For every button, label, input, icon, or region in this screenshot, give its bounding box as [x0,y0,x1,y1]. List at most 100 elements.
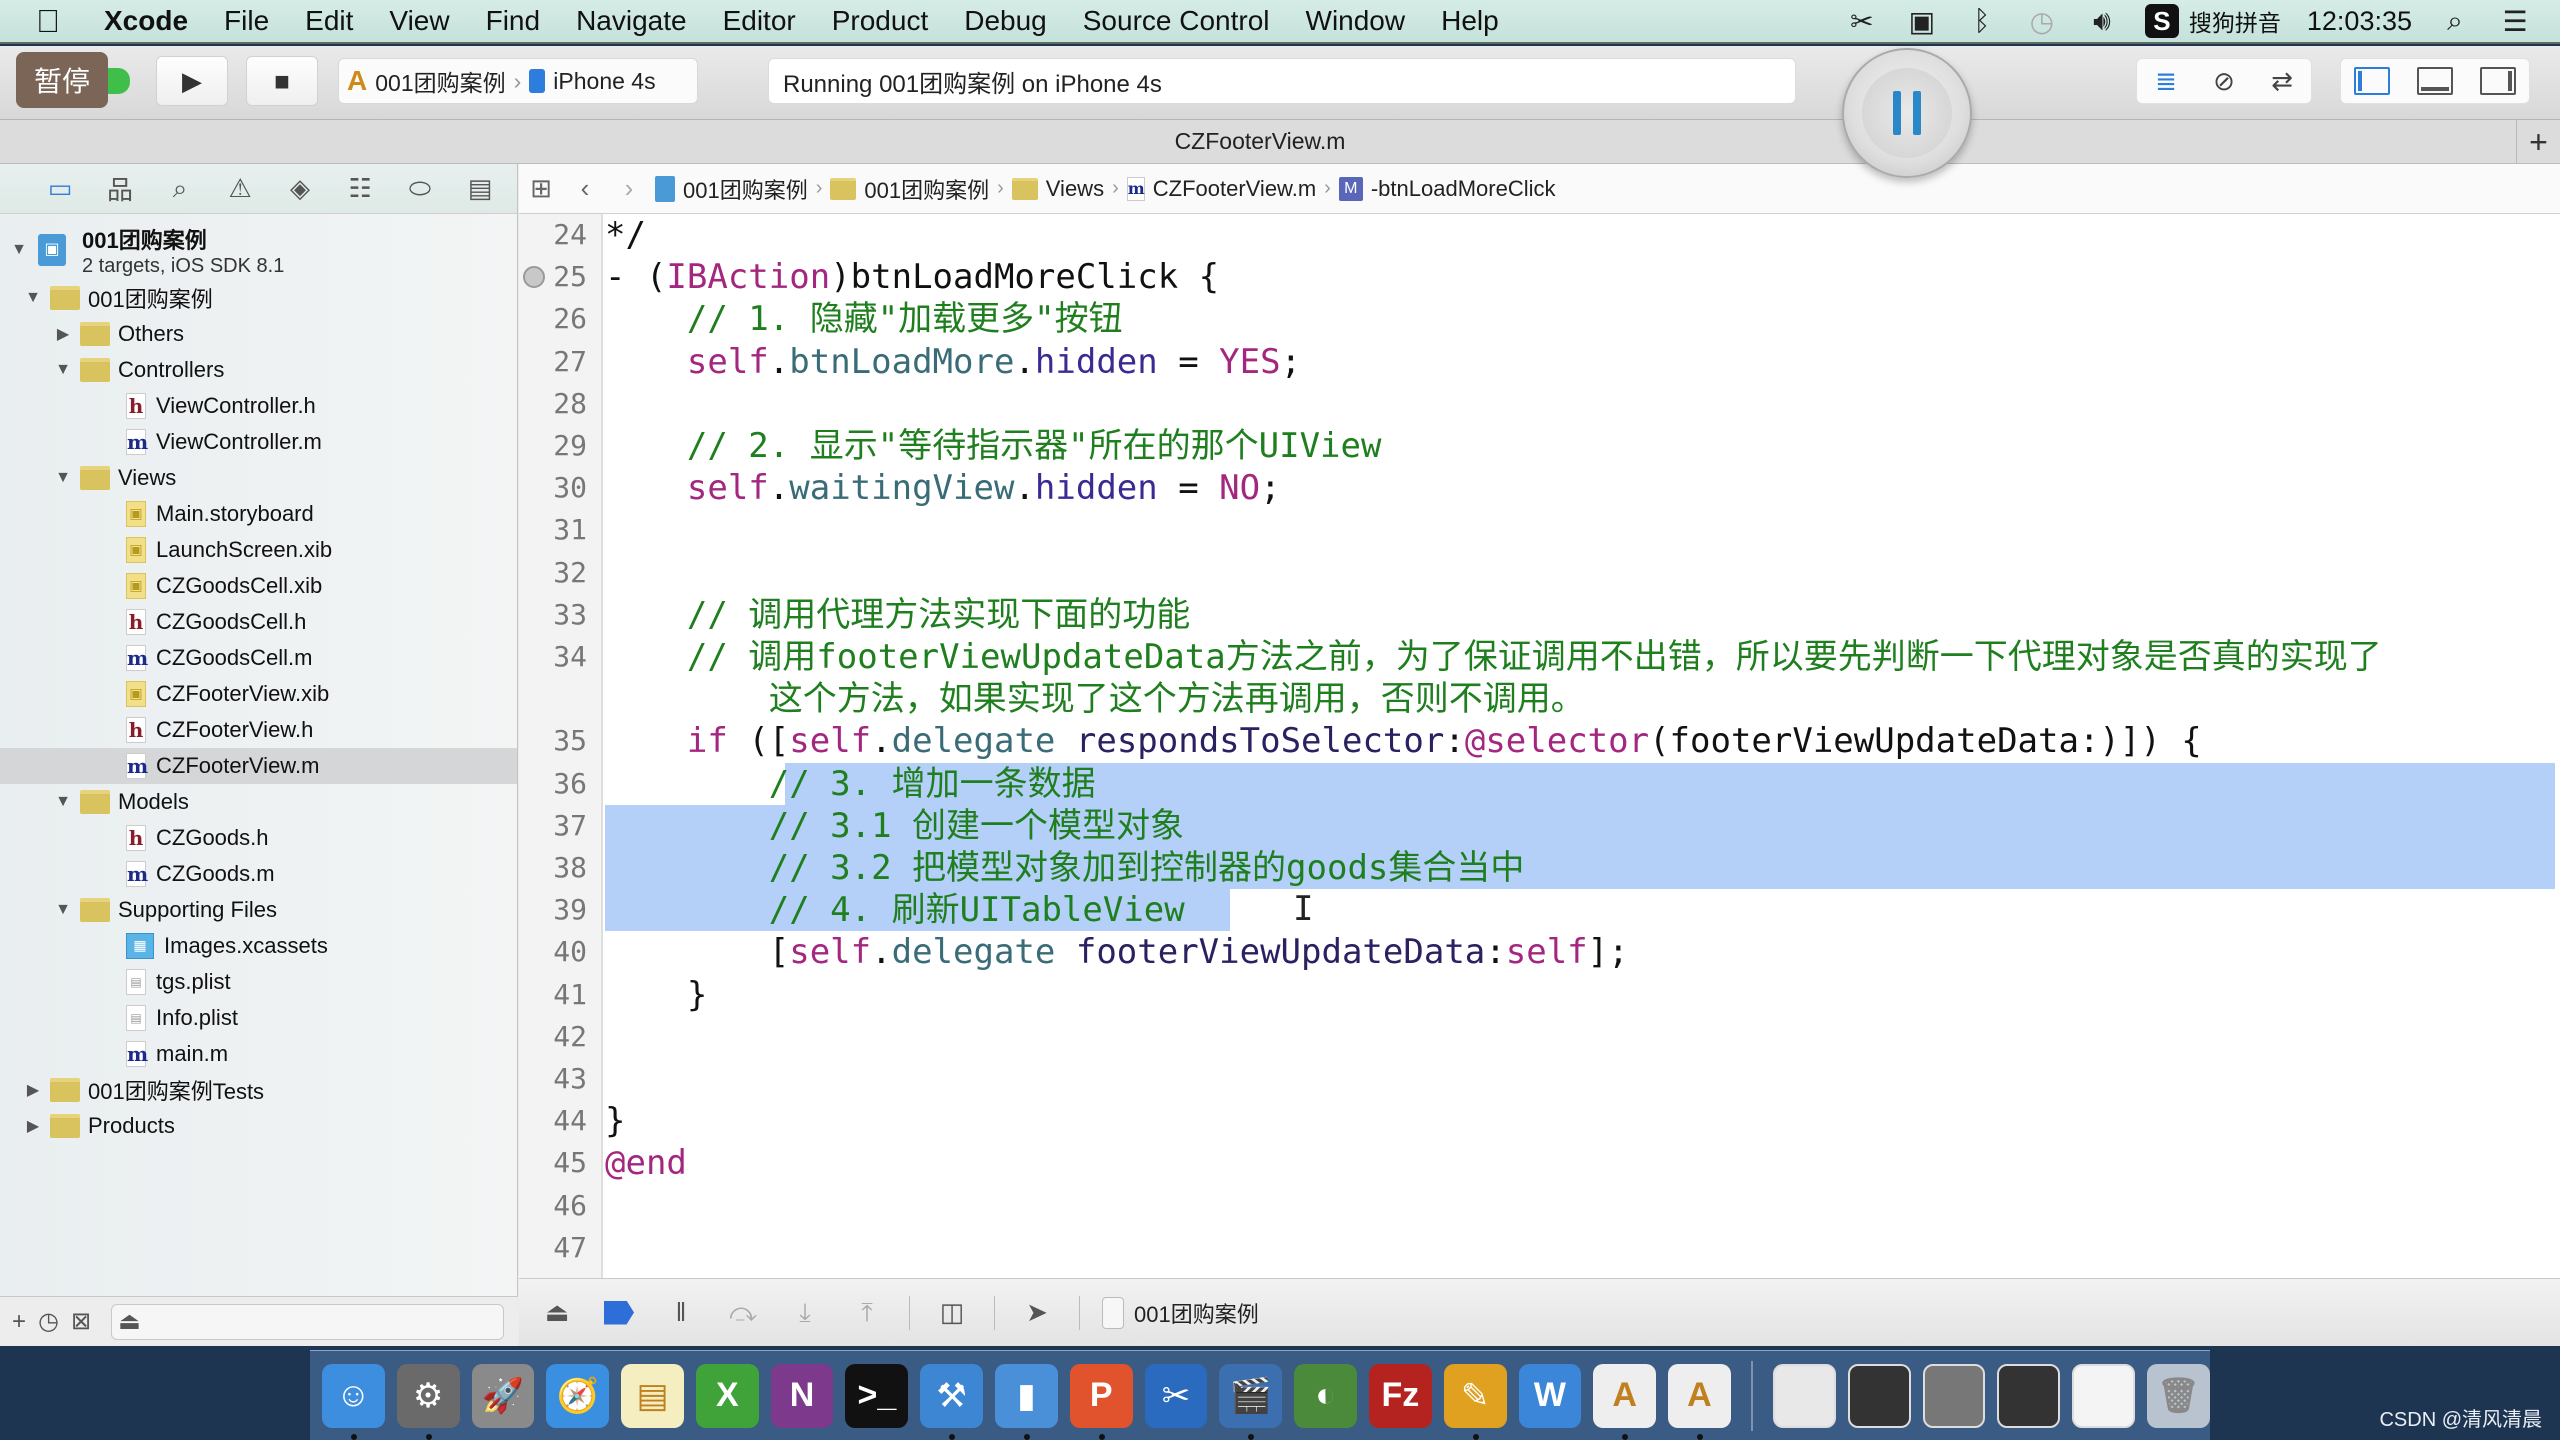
navigator-item[interactable]: ▤ tgs.plist [0,964,517,1000]
dock-pdf-preview-1-icon[interactable]: A [1593,1363,1657,1440]
disclosure-open-icon[interactable]: ▼ [8,241,30,259]
source-control-filter-icon[interactable]: ⊠ [71,1307,91,1336]
breadcrumb-method[interactable]: M -btnLoadMoreClick [1335,176,1560,202]
disclosure-open-icon[interactable]: ▼ [52,469,74,487]
menu-window[interactable]: Window [1288,5,1424,37]
menu-source-control[interactable]: Source Control [1065,5,1288,37]
view-debugger-icon[interactable]: ◫ [932,1293,972,1333]
navigator-item[interactable]: h CZGoods.h [0,820,517,856]
step-into-button[interactable]: ⤓ [785,1293,825,1333]
dock-doc-thumb-1[interactable] [1772,1363,1836,1428]
screen-recorder-pause-button[interactable] [1842,48,1972,178]
spotlight-search-icon[interactable]: ⌕ [2438,4,2472,38]
video-camera-icon[interactable]: ▣ [1905,4,1939,38]
code-line[interactable]: if ([self.delegate respondsToSelector:@s… [605,720,2202,762]
symbol-navigator-icon[interactable]: 品 [90,169,150,209]
breakpoint-navigator-icon[interactable]: ⬭ [390,169,450,209]
disclosure-open-icon[interactable]: ▼ [52,901,74,919]
menu-navigate[interactable]: Navigate [558,5,705,37]
scissors-icon[interactable]: ✂ [1845,4,1879,38]
navigator-toggle-icon[interactable] [2352,64,2392,98]
dock-system-preferences-icon[interactable]: ⚙ [396,1363,460,1440]
navigator-item[interactable]: ▼ 001团购案例 [0,280,517,316]
code-line[interactable]: self.btnLoadMore.hidden = YES; [605,341,1301,383]
code-line[interactable]: @end [605,1142,687,1184]
navigator-item[interactable]: ▶ 001团购案例Tests [0,1072,517,1108]
dock-finder-icon[interactable]: ☺ [322,1363,385,1440]
dock-doc-thumb-3[interactable] [1922,1363,1986,1428]
scheme-selector[interactable]: A 001团购案例 › iPhone 4s [338,58,698,104]
menu-edit[interactable]: Edit [287,5,371,37]
dock-recorder-icon[interactable]: ◐ [1294,1363,1357,1428]
code-line[interactable]: */ [605,214,646,256]
dock-onenote-icon[interactable]: N [770,1363,834,1428]
source-editor[interactable]: 24 25 26 27 28 29 30 31 32 33 34 35 36 37 38 39 40 41 42 43… [519,214,2560,1278]
breadcrumb-views[interactable]: Views [1008,176,1108,202]
tab-title[interactable]: CZFooterView.m [0,128,2520,155]
menu-file[interactable]: File [206,5,287,37]
project-root[interactable]: ▼ ▣ 001团购案例 2 targets, iOS SDK 8.1 [0,220,517,280]
disclosure-open-icon[interactable]: ▼ [52,793,74,811]
dock-doc-thumb-5[interactable] [2072,1363,2136,1428]
dock-safari-icon[interactable]: 🧭 [546,1363,610,1428]
navigator-item[interactable]: ▼ Supporting Files [0,892,517,928]
navigator-item[interactable]: h CZFooterView.h [0,712,517,748]
code-area[interactable]: */- (IBAction)btnLoadMoreClick { // 1. 隐… [605,214,2560,1278]
navigator-item[interactable]: ▣ LaunchScreen.xib [0,532,517,568]
related-items-icon[interactable]: ⊞ [519,173,563,204]
navigator-item[interactable]: m main.m [0,1036,517,1072]
dock-simulator-icon[interactable]: ▮ [995,1363,1058,1440]
dock-doc-thumb-4[interactable] [1997,1363,2061,1428]
sogou-ime-icon[interactable]: S [2144,4,2179,38]
navigator-item[interactable]: ▶ Products [0,1108,517,1144]
zoom-window-button[interactable] [108,68,130,94]
menu-find[interactable]: Find [468,5,558,37]
notification-center-icon[interactable]: ☰ [2498,4,2532,38]
code-line[interactable]: // 3. 增加一条数据 [605,763,1096,805]
utilities-toggle-icon[interactable] [2478,64,2518,98]
code-line[interactable]: 这个方法，如果实现了这个方法再调用，否则不调用。 [605,678,1585,720]
disclosure-closed-icon[interactable]: ▶ [22,1080,44,1100]
hide-debug-area-icon[interactable]: ⏏ [537,1293,577,1333]
dock-video-editor-icon[interactable]: 🎬 [1219,1363,1283,1440]
add-file-button[interactable]: + [12,1308,26,1336]
step-out-button[interactable]: ⤒ [847,1293,887,1333]
code-line[interactable]: // 3.1 创建一个模型对象 [605,805,1184,847]
test-navigator-icon[interactable]: ◈ [270,169,330,209]
dock-launchpad-icon[interactable]: 🚀 [471,1363,535,1428]
disclosure-open-icon[interactable]: ▼ [52,361,74,379]
process-selector[interactable]: 001团购案例 [1102,1296,1259,1329]
navigator-item[interactable]: m CZGoodsCell.m [0,640,517,676]
code-line[interactable]: [self.delegate footerViewUpdateData:self… [605,931,1629,973]
version-editor-icon[interactable]: ⇄ [2262,64,2302,98]
navigator-item[interactable]: ▤ Info.plist [0,1000,517,1036]
navigator-item[interactable]: ▣ Main.storyboard [0,496,517,532]
navigator-item[interactable]: ▣ CZGoodsCell.xib [0,568,517,604]
code-line[interactable]: // 4. 刷新UITableView [605,889,1185,931]
standard-editor-icon[interactable]: ≣ [2146,64,2186,98]
code-line[interactable]: self.waitingView.hidden = NO; [605,467,1281,509]
find-navigator-icon[interactable]: ⌕ [150,169,210,209]
navigator-item[interactable]: ▦ Images.xcassets [0,928,517,964]
navigator-item[interactable]: ▣ CZFooterView.xib [0,676,517,712]
dock-instruments-icon[interactable]: ✎ [1443,1363,1507,1440]
clock[interactable]: 12:03:35 [2307,6,2412,37]
menu-product[interactable]: Product [814,5,947,37]
navigator-item[interactable]: ▼ Models [0,784,517,820]
volume-icon[interactable]: 🔊︎ [2085,4,2119,38]
code-line[interactable]: // 调用代理方法实现下面的功能 [605,594,1190,636]
navigator-item[interactable]: h ViewController.h [0,388,517,424]
code-line[interactable]: } [605,974,707,1016]
bluetooth-icon[interactable]: ᛒ [1965,4,1999,38]
disclosure-closed-icon[interactable]: ▶ [22,1116,44,1136]
dock-doc-thumb-2[interactable] [1847,1363,1911,1428]
dock-filezilla-icon[interactable]: Fz [1368,1363,1432,1428]
apple-menu-icon[interactable]:  [36,3,92,40]
disclosure-closed-icon[interactable]: ▶ [52,324,74,344]
debug-navigator-icon[interactable]: ☷ [330,169,390,209]
dock-trash-icon[interactable]: 🗑 [2147,1363,2210,1428]
menu-editor[interactable]: Editor [705,5,814,37]
navigator-item[interactable]: m CZGoods.m [0,856,517,892]
step-over-button[interactable]: ⤼ [723,1293,763,1333]
recent-files-icon[interactable]: ◷ [38,1307,59,1336]
